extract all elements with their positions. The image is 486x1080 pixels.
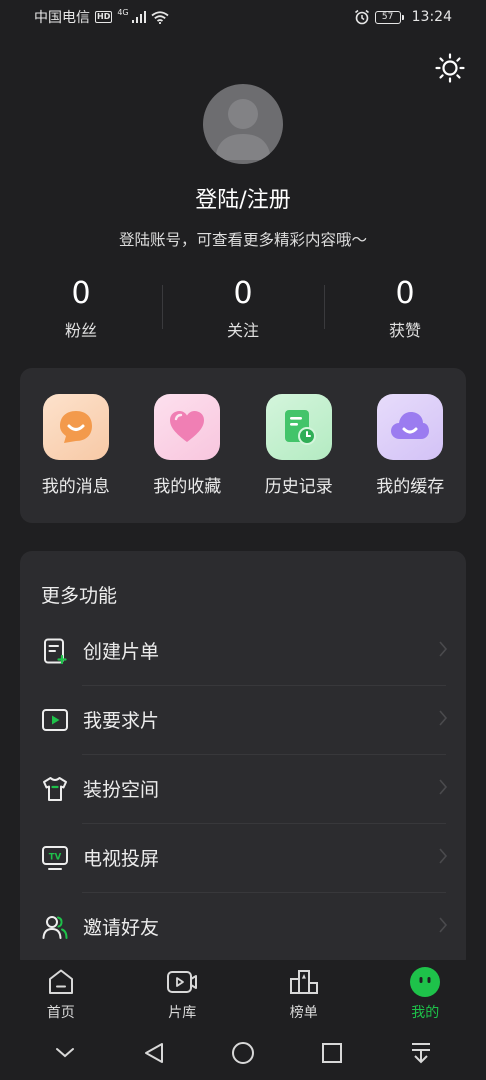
quick-actions-card: 我的消息 我的收藏 历史记录 我的缓存 — [20, 368, 466, 523]
menu-item-request-video[interactable]: 我要求片 — [20, 685, 466, 754]
quick-action-downloads[interactable]: 我的缓存 — [355, 368, 467, 523]
recents-square-icon — [322, 1043, 343, 1063]
system-nav-bar — [0, 1026, 486, 1080]
sun-icon — [435, 53, 465, 83]
message-smile-icon — [42, 394, 109, 460]
nav-collapse-button[interactable] — [50, 1038, 80, 1068]
tab-label: 榜单 — [289, 1005, 318, 1021]
signal-icon — [131, 11, 146, 23]
profile-face-icon — [409, 966, 441, 998]
chevron-right-icon — [439, 848, 448, 864]
menu-item-create-list[interactable]: 创建片单 — [20, 616, 466, 685]
more-features-card: 更多功能 创建片单 我要求片 装扮空间 TV 电视投屏 邀请好友 — [20, 551, 466, 971]
hd-badge: HD — [95, 11, 113, 23]
quick-action-label: 我的消息 — [41, 477, 110, 497]
ranking-icon — [288, 966, 320, 998]
chevron-right-icon — [439, 710, 448, 726]
section-title: 更多功能 — [41, 585, 118, 607]
carrier-label: 中国电信 — [34, 10, 90, 26]
tshirt-icon — [41, 775, 69, 803]
menu-item-label: 我要求片 — [83, 710, 160, 732]
battery-level: 57 — [381, 12, 394, 22]
battery-indicator: 57 — [374, 10, 404, 24]
quick-action-label: 历史记录 — [264, 477, 333, 497]
menu-item-label: 电视投屏 — [83, 848, 160, 870]
theme-toggle-button[interactable] — [434, 52, 466, 84]
quick-action-messages[interactable]: 我的消息 — [20, 368, 132, 523]
stat-label: 获赞 — [388, 321, 421, 340]
chevron-right-icon — [439, 779, 448, 795]
tab-label: 片库 — [168, 1005, 197, 1021]
cloud-icon — [377, 394, 444, 460]
menu-item-dress-up[interactable]: 装扮空间 — [20, 754, 466, 823]
stat-following[interactable]: 0 关注 — [162, 275, 324, 345]
video-library-icon — [166, 966, 198, 998]
quick-action-label: 我的收藏 — [153, 477, 222, 497]
menu-item-tv-cast[interactable]: TV 电视投屏 — [20, 823, 466, 892]
tab-mine[interactable]: 我的 — [365, 960, 486, 1026]
network-type: 4G — [117, 7, 129, 17]
stat-label: 粉丝 — [64, 321, 97, 340]
back-triangle-icon — [144, 1043, 163, 1063]
default-avatar-icon — [215, 99, 271, 160]
bottom-tab-bar: 首页 片库 榜单 我的 — [0, 960, 486, 1026]
tab-library[interactable]: 片库 — [122, 960, 244, 1026]
nav-back-button[interactable] — [139, 1038, 169, 1068]
clock: 13:24 — [411, 9, 452, 25]
history-icon — [265, 394, 332, 460]
menu-item-label: 装扮空间 — [83, 779, 160, 801]
status-bar: 中国电信 HD 4G 57 13:24 — [0, 0, 486, 34]
login-register-link[interactable]: 登陆/注册 — [0, 182, 486, 214]
stat-fans[interactable]: 0 粉丝 — [0, 275, 162, 345]
stat-likes[interactable]: 0 获赞 — [324, 275, 486, 345]
menu-item-label: 邀请好友 — [83, 917, 160, 939]
stat-label: 关注 — [226, 321, 259, 340]
home-icon — [45, 966, 77, 998]
chevron-down-icon — [55, 1048, 74, 1058]
chevron-right-icon — [439, 917, 448, 933]
request-video-icon — [41, 706, 69, 734]
tab-ranking[interactable]: 榜单 — [243, 960, 365, 1026]
quick-action-favorites[interactable]: 我的收藏 — [132, 368, 244, 523]
heart-icon — [154, 394, 221, 460]
menu-list: 创建片单 我要求片 装扮空间 TV 电视投屏 邀请好友 — [20, 616, 466, 961]
tab-label: 首页 — [46, 1005, 75, 1021]
avatar[interactable] — [203, 84, 283, 164]
create-list-icon — [41, 637, 69, 665]
home-circle-icon — [231, 1042, 254, 1064]
pull-down-icon — [412, 1043, 431, 1064]
menu-item-label: 创建片单 — [83, 641, 160, 663]
nav-recents-button[interactable] — [317, 1038, 347, 1068]
stat-value: 0 — [395, 276, 415, 311]
invite-friends-icon — [41, 913, 69, 941]
nav-home-button[interactable] — [228, 1038, 258, 1068]
quick-action-label: 我的缓存 — [376, 477, 445, 497]
wifi-icon — [151, 10, 169, 24]
stat-value: 0 — [71, 276, 91, 311]
tv-cast-icon: TV — [41, 844, 69, 872]
quick-action-history[interactable]: 历史记录 — [243, 368, 355, 523]
stats-row: 0 粉丝 0 关注 0 获赞 — [0, 275, 486, 345]
tab-home[interactable]: 首页 — [0, 960, 122, 1026]
tab-label: 我的 — [411, 1005, 440, 1021]
svg-text:TV: TV — [49, 852, 62, 862]
menu-item-invite-friends[interactable]: 邀请好友 — [20, 892, 466, 961]
nav-notification-button[interactable] — [406, 1038, 436, 1068]
stat-value: 0 — [233, 276, 253, 311]
alarm-icon — [354, 9, 369, 25]
chevron-right-icon — [439, 641, 448, 657]
login-subtitle: 登陆账号，可查看更多精彩内容哦～ — [118, 231, 367, 249]
